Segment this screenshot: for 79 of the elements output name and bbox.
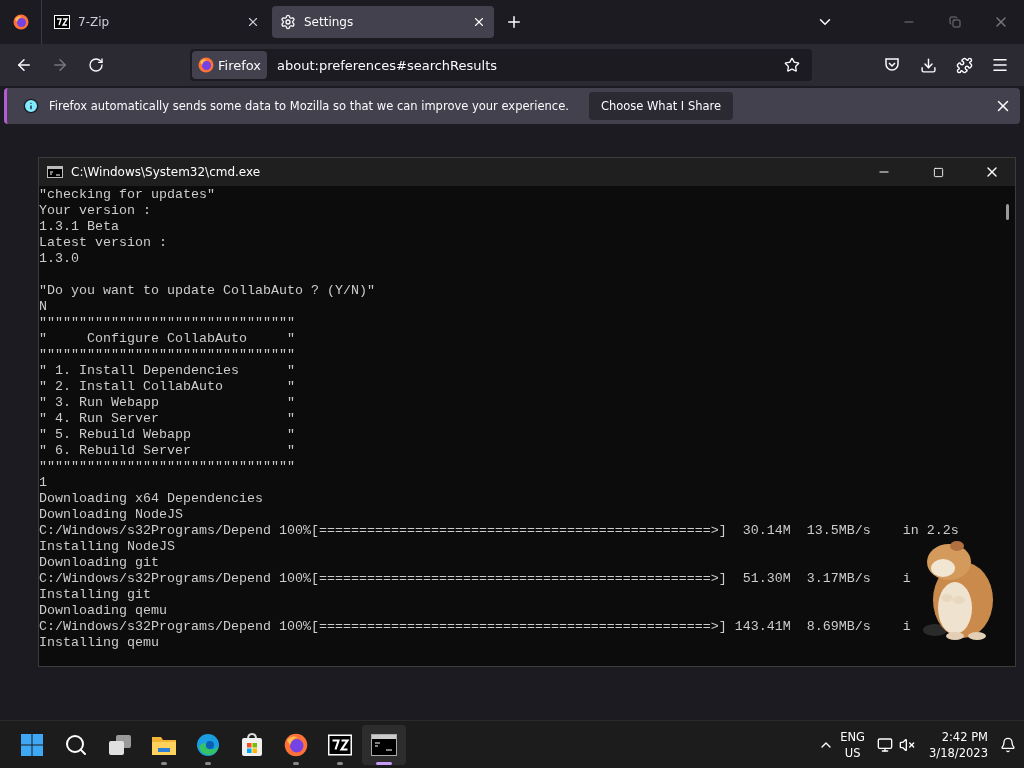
- console-line: "Do you want to update CollabAuto ? (Y/N)": [39, 283, 376, 299]
- maximize-icon[interactable]: [932, 166, 944, 178]
- running-indicator: [205, 761, 211, 765]
- bookmark-star-icon[interactable]: [784, 57, 800, 73]
- browser-tab[interactable]: 7-Zip: [46, 6, 268, 38]
- console-line: Installing qemu: [39, 635, 160, 651]
- console-line: Installing git: [39, 587, 152, 603]
- close-icon[interactable]: [472, 15, 486, 29]
- start-icon[interactable]: [20, 732, 44, 757]
- terminal-icon[interactable]: [371, 733, 397, 756]
- store-icon[interactable]: [240, 732, 264, 757]
- firefox-icon[interactable]: [12, 14, 29, 30]
- region-text: US: [844, 744, 861, 761]
- console-line: " 1. Install Dependencies ": [39, 363, 296, 379]
- console-line: C:/Windows/s32Programs/Depend 100%[=================================================>] 51.30M 3.17MB/s i: [39, 571, 912, 587]
- reload-icon[interactable]: [88, 57, 104, 73]
- identity-badge[interactable]: Firefox: [192, 51, 268, 79]
- browser-tab[interactable]: Settings: [272, 6, 494, 38]
- console-line: "checking for updates": [39, 187, 216, 203]
- url-text: about:preferences#searchResults: [277, 57, 499, 73]
- running-indicator: [293, 761, 299, 765]
- menu-icon[interactable]: [991, 56, 1009, 74]
- running-indicator: [376, 761, 392, 765]
- pocket-icon[interactable]: [884, 57, 900, 73]
- console-line: Downloading git: [39, 555, 160, 571]
- download-icon[interactable]: [919, 56, 937, 74]
- console-line: " 6. Rebuild Server ": [39, 443, 296, 459]
- console-line: Downloading x64 Dependencies: [39, 491, 264, 507]
- console-line: " 3. Run Webapp ": [39, 395, 296, 411]
- scrollbar-thumb[interactable]: [1005, 204, 1009, 220]
- console-line: C:/Windows/s32Programs/Depend 100%[=================================================>] 143.41M 8.69MB/s i: [39, 619, 912, 635]
- console-line: """""""""""""""""""""""""""""""": [39, 315, 296, 331]
- console-line: " 4. Run Server ": [39, 411, 296, 427]
- choose-what-i-share-button[interactable]: Choose What I Share: [588, 92, 734, 120]
- running-indicator: [161, 761, 167, 765]
- time-text: 2:42 PM: [941, 728, 988, 745]
- close-icon[interactable]: [246, 15, 260, 29]
- console-line: " 2. Install CollabAuto ": [39, 379, 296, 395]
- console-line: N: [39, 299, 48, 315]
- edge-icon[interactable]: [196, 732, 220, 757]
- notification-text: Firefox automatically sends some data to Mozilla so that we can improve your experience.: [49, 99, 569, 113]
- address-bar[interactable]: Firefox about:preferences#searchResults: [190, 49, 812, 81]
- console-line: Downloading qemu: [39, 603, 168, 619]
- gear-icon: [280, 14, 296, 30]
- search-icon[interactable]: [64, 732, 88, 757]
- console-app-icon: [47, 166, 63, 178]
- clock[interactable]: 2:42 PM 3/18/2023: [929, 728, 988, 761]
- new-tab-icon[interactable]: [505, 13, 523, 31]
- firefox-icon[interactable]: [198, 57, 214, 73]
- extensions-icon[interactable]: [955, 56, 973, 74]
- taskbar-app[interactable]: [362, 724, 406, 765]
- network-icon[interactable]: [877, 736, 894, 753]
- notification-bell-icon[interactable]: [1000, 736, 1016, 753]
- archive-icon: [54, 14, 70, 30]
- console-line: """""""""""""""""""""""""""""""": [39, 459, 296, 475]
- restore-icon[interactable]: [949, 16, 961, 28]
- muted-speaker-icon[interactable]: [899, 736, 916, 753]
- console-line: Your version :: [39, 203, 152, 219]
- console-line: " Configure CollabAuto ": [39, 331, 296, 347]
- task-view-icon[interactable]: [108, 733, 132, 756]
- language-indicator[interactable]: ENG US: [840, 728, 866, 761]
- console-line: 1.3.0: [39, 251, 80, 267]
- archive-app-icon: [328, 732, 352, 757]
- console-line: Downloading NodeJS: [39, 507, 184, 523]
- console-line: 1: [39, 475, 48, 491]
- window-title: C:\Windows\System32\cmd.exe: [71, 165, 262, 179]
- console-line: C:/Windows/s32Programs/Depend 100%[=================================================>] 30.14M 13.5MB/s in 2.2s: [39, 523, 960, 539]
- date-text: 3/18/2023: [929, 744, 988, 761]
- info-icon: [23, 98, 39, 114]
- console-line: Installing NodeJS: [39, 539, 176, 555]
- console-line: """""""""""""""""""""""""""""""": [39, 347, 296, 363]
- language-text: ENG: [840, 728, 866, 745]
- console-line: Latest version :: [39, 235, 168, 251]
- console-line: " 5. Rebuild Webapp ": [39, 427, 296, 443]
- back-icon[interactable]: [15, 56, 33, 74]
- forward-icon[interactable]: [51, 56, 69, 74]
- console-line: 1.3.1 Beta: [39, 219, 120, 235]
- firefox-icon[interactable]: [284, 732, 308, 757]
- running-indicator: [337, 761, 343, 765]
